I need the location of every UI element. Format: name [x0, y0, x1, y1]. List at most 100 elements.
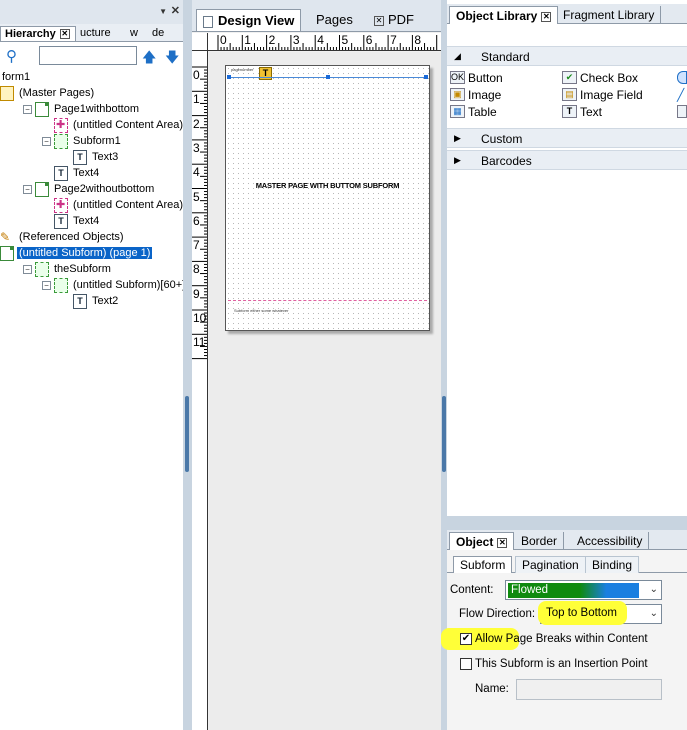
flow-direction-dropdown[interactable]: Top to Bottom ⌄ — [538, 601, 662, 625]
expand-triangle-icon[interactable]: ▶ — [454, 155, 461, 166]
page-title-text[interactable]: MASTER PAGE WITH BUTTOM SUBFORM — [226, 181, 429, 190]
library-item-partial-icon[interactable]: ╱ — [677, 88, 687, 102]
library-item-image-field[interactable]: ▤ Image Field — [562, 87, 643, 103]
tab-hierarchy[interactable]: Hierarchy ✕ — [0, 26, 76, 41]
tab-data[interactable]: de — [148, 26, 183, 41]
allow-page-breaks-checkbox[interactable]: ✔ — [460, 633, 472, 645]
tree-item[interactable]: T Text2 — [0, 294, 183, 310]
search-icon[interactable]: ⚲ — [6, 47, 17, 65]
tab-object[interactable]: Object ✕ — [449, 532, 515, 550]
tab-design-view[interactable]: Design View — [196, 9, 302, 31]
section-custom[interactable]: ▶ Custom — [447, 128, 687, 148]
tree-item[interactable]: (Master Pages) — [0, 86, 183, 102]
tree-item[interactable]: (untitled Subform) (page 1) — [0, 246, 183, 262]
tree-item-label: (Master Pages) — [19, 87, 95, 99]
right-splitter-grip[interactable] — [442, 396, 446, 472]
tree-item-label: Page2withoutbottom — [54, 183, 155, 195]
tab-object-library[interactable]: Object Library ✕ — [449, 6, 559, 24]
library-item-image[interactable]: ▣ Image — [450, 87, 501, 103]
collapse-toggle-icon[interactable]: − — [42, 137, 51, 146]
panel-menu-icon[interactable]: ▼ — [159, 7, 167, 16]
tree-item[interactable]: T Text4 — [0, 166, 183, 182]
library-item-label: Button — [468, 70, 503, 85]
content-dropdown[interactable]: Flowed ⌄ — [505, 580, 662, 600]
tree-item[interactable]: form1 — [0, 70, 183, 86]
chevron-down-icon[interactable]: ⌄ — [650, 608, 658, 619]
library-item-text[interactable]: T Text — [562, 104, 602, 120]
tab-binding[interactable]: Binding — [585, 556, 640, 573]
left-splitter-grip[interactable] — [185, 396, 189, 472]
collapse-triangle-icon[interactable]: ◢ — [454, 51, 461, 62]
ruler-label: 2 — [193, 116, 200, 131]
tree-item[interactable]: (untitled Content Area) — [0, 198, 183, 214]
tab-hierarchy-label: Hierarchy — [5, 28, 56, 40]
tree-item[interactable]: − Page2withoutbottom — [0, 182, 183, 198]
page-header-text[interactable]: pagenumber — [231, 67, 253, 72]
selection-handle[interactable] — [227, 75, 231, 79]
ruler-label: 5 — [341, 33, 349, 47]
selection-handle[interactable] — [326, 75, 330, 79]
chevron-down-icon[interactable]: ⌄ — [650, 584, 658, 595]
tab-pages[interactable]: Pages — [310, 9, 359, 31]
library-item-label: Check Box — [580, 70, 639, 85]
text-icon: T — [73, 150, 87, 165]
tree-item[interactable]: − Page1withbottom — [0, 102, 183, 118]
name-input[interactable] — [516, 679, 662, 700]
collapse-toggle-icon[interactable]: − — [23, 265, 32, 274]
move-up-arrow-icon[interactable]: 🡅 — [142, 47, 156, 71]
expand-triangle-icon[interactable]: ▶ — [454, 133, 461, 144]
tab-pdf-close-icon[interactable]: ✕ — [374, 15, 384, 26]
tree-item[interactable]: − (untitled Subform)[60+] — [0, 278, 185, 294]
section-standard[interactable]: ◢ Standard — [447, 46, 687, 66]
tab-object-close-icon[interactable]: ✕ — [497, 537, 508, 548]
library-item-check-box[interactable]: ✔ Check Box — [562, 70, 638, 86]
tree-item[interactable]: T Text4 — [0, 214, 183, 230]
tab-object-library-close-icon[interactable]: ✕ — [541, 11, 552, 22]
collapse-toggle-icon[interactable]: − — [23, 185, 32, 194]
page-footer-text[interactable]: Subform either some whatever — [234, 308, 288, 313]
content-area-icon — [54, 198, 68, 213]
library-item-button[interactable]: OK Button — [450, 70, 503, 86]
collapse-toggle-icon[interactable]: − — [23, 105, 32, 114]
tree-item[interactable]: ✎ (Referenced Objects) — [0, 230, 183, 246]
tree-item[interactable]: (untitled Content Area) — [0, 118, 183, 134]
design-canvas[interactable]: pagenumber T MASTER PAGE WITH BUTTOM SUB… — [209, 52, 441, 730]
tab-border[interactable]: Border — [515, 532, 565, 550]
button-icon: OK — [450, 71, 465, 85]
insertion-point-checkbox[interactable] — [460, 658, 472, 670]
library-item-partial-icon[interactable] — [677, 71, 687, 84]
tab-structure[interactable]: ucture — [76, 26, 120, 41]
collapse-toggle-icon[interactable]: − — [42, 281, 51, 290]
tab-view[interactable]: w — [126, 26, 144, 41]
panel-close-icon[interactable]: ✕ — [171, 4, 180, 17]
hierarchy-search-input[interactable] — [39, 46, 137, 65]
selection-handle[interactable] — [424, 75, 428, 79]
ruler-label: 10 — [193, 311, 207, 325]
tab-accessibility[interactable]: Accessibility — [571, 532, 650, 550]
tree-item-label: (untitled Content Area) — [73, 119, 184, 131]
library-item-partial-icon[interactable] — [677, 105, 687, 118]
tab-hierarchy-close-icon[interactable]: ✕ — [59, 29, 70, 40]
subform-icon — [35, 262, 49, 277]
name-label: Name: — [475, 683, 509, 695]
tab-fragment-library[interactable]: Fragment Library — [557, 6, 662, 24]
tab-pdf[interactable]: ✕ PDF — [368, 9, 420, 31]
tab-pagination[interactable]: Pagination — [515, 556, 586, 573]
content-dropdown-value: Flowed — [508, 583, 639, 598]
tree-item-label: form1 — [2, 71, 31, 83]
move-down-arrow-icon[interactable]: 🡇 — [165, 47, 179, 71]
master-page[interactable]: pagenumber T MASTER PAGE WITH BUTTOM SUB… — [225, 65, 430, 331]
text-object-icon[interactable]: T — [259, 67, 272, 80]
ruler-label: 0 — [220, 33, 227, 47]
tab-pdf-label: PDF — [388, 12, 414, 27]
content-area-bottom-line — [228, 300, 427, 301]
tab-object-label: Object — [456, 535, 494, 549]
library-item-table[interactable]: ▦ Table — [450, 104, 497, 120]
tree-item[interactable]: T Text3 — [0, 150, 183, 166]
tree-item[interactable]: − theSubform — [0, 262, 183, 278]
horizontal-ruler-ticks — [217, 35, 438, 50]
tab-subform[interactable]: Subform — [453, 556, 513, 573]
tree-item[interactable]: − Subform1 — [0, 134, 183, 150]
left-splitter[interactable] — [183, 0, 192, 730]
section-barcodes[interactable]: ▶ Barcodes — [447, 150, 687, 170]
